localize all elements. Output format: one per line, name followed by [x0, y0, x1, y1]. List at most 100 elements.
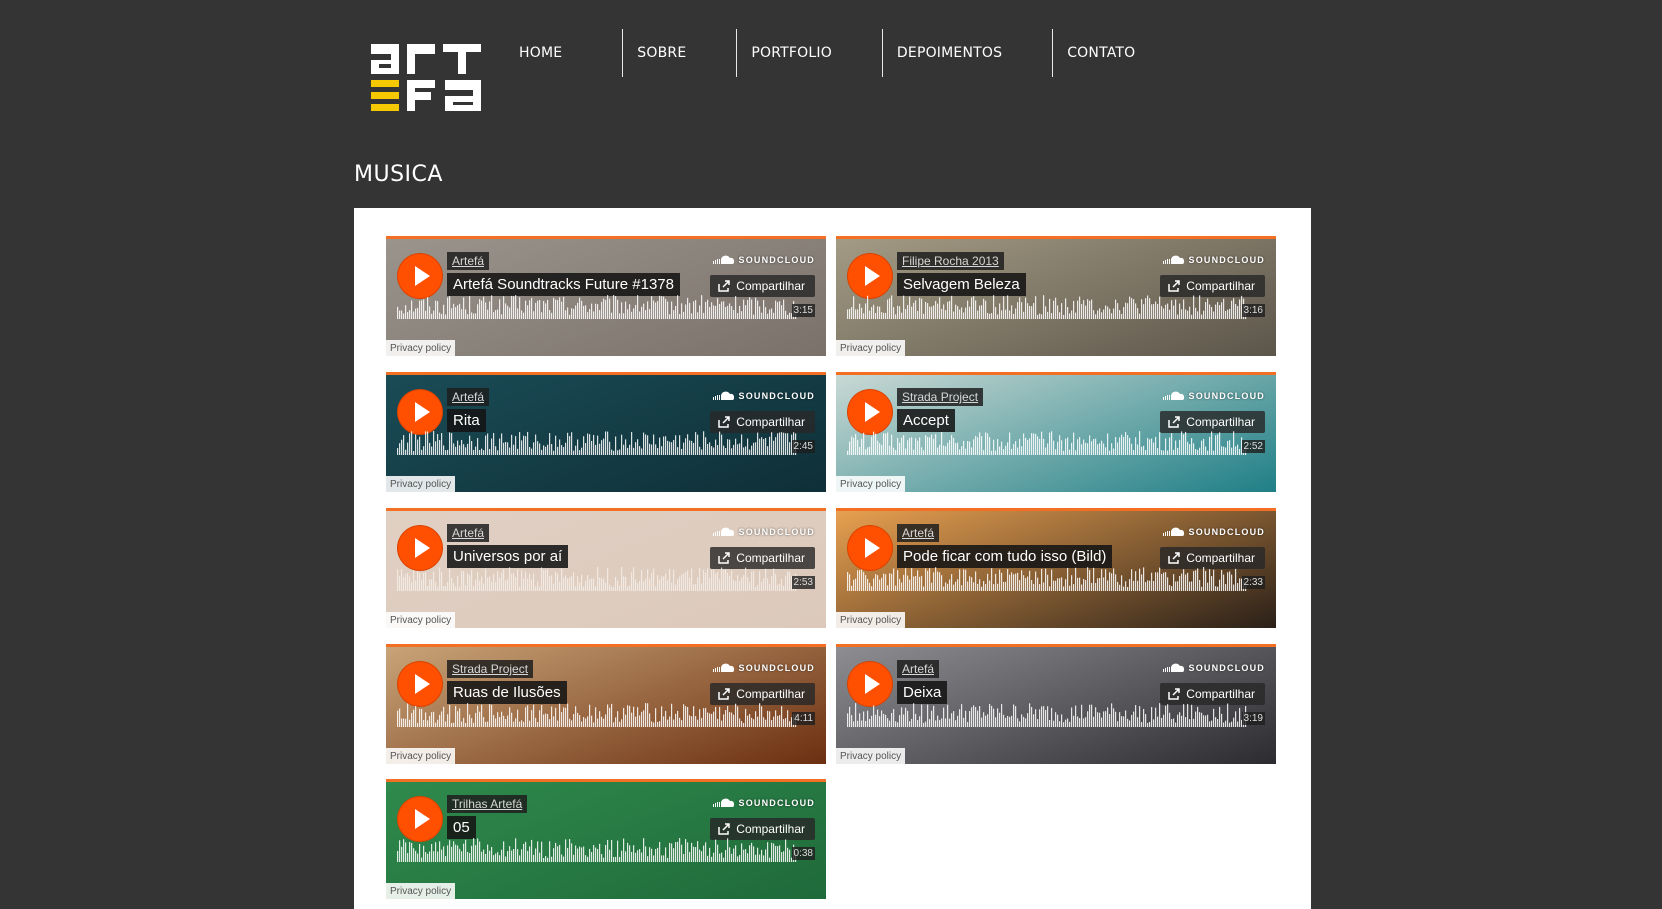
waveform[interactable] [397, 431, 797, 459]
artist-link[interactable]: Strada Project [897, 388, 984, 406]
share-icon [718, 416, 731, 428]
track-title[interactable]: 05 [447, 816, 476, 839]
privacy-policy-link[interactable]: Privacy policy [386, 612, 456, 628]
soundcloud-player[interactable]: Artefá Pode ficar com tudo isso (Bild) SOU… [836, 508, 1276, 628]
nav-sobre[interactable]: SOBRE [623, 29, 700, 77]
soundcloud-logo[interactable]: SOUNDCLOUD [1162, 663, 1266, 673]
share-button[interactable]: Compartilhar [710, 683, 815, 705]
share-button[interactable]: Compartilhar [710, 411, 815, 433]
nav-portfolio[interactable]: PORTFOLIO [737, 29, 846, 77]
share-button[interactable]: Compartilhar [1160, 275, 1265, 297]
nav-home[interactable]: HOME [505, 29, 576, 77]
waveform[interactable] [847, 295, 1247, 323]
track-title[interactable]: Selvagem Beleza [897, 273, 1026, 296]
soundcloud-player[interactable]: Strada Project Accept SOUNDCLOUD Compartilh… [836, 372, 1276, 492]
soundcloud-logo[interactable]: SOUNDCLOUD [712, 391, 816, 401]
play-button[interactable] [397, 796, 443, 842]
soundcloud-icon [712, 798, 734, 807]
track-title[interactable]: Rita [447, 409, 486, 432]
play-icon [865, 674, 880, 694]
privacy-policy-link[interactable]: Privacy policy [386, 340, 456, 356]
play-button[interactable] [847, 253, 893, 299]
play-button[interactable] [397, 389, 443, 435]
waveform[interactable] [847, 431, 1247, 459]
soundcloud-icon [1162, 527, 1184, 536]
waveform[interactable] [397, 567, 797, 595]
share-button[interactable]: Compartilhar [710, 547, 815, 569]
privacy-policy-link[interactable]: Privacy policy [386, 883, 456, 899]
nav-depoimentos[interactable]: DEPOIMENTOS [883, 29, 1016, 77]
play-button[interactable] [847, 525, 893, 571]
share-label: Compartilhar [736, 415, 805, 429]
track-title[interactable]: Deixa [897, 681, 948, 704]
soundcloud-player[interactable]: Filipe Rocha 2013 Selvagem Beleza SOUNDCLO… [836, 236, 1276, 356]
soundcloud-logo[interactable]: SOUNDCLOUD [712, 798, 816, 808]
waveform[interactable] [397, 295, 797, 323]
artist-link[interactable]: Artefá [447, 252, 490, 270]
soundcloud-label: SOUNDCLOUD [738, 391, 815, 401]
play-button[interactable] [397, 253, 443, 299]
soundcloud-logo[interactable]: SOUNDCLOUD [1162, 527, 1266, 537]
privacy-policy-link[interactable]: Privacy policy [386, 748, 456, 764]
privacy-policy-link[interactable]: Privacy policy [836, 748, 906, 764]
share-icon [1168, 552, 1181, 564]
play-button[interactable] [397, 661, 443, 707]
track-title[interactable]: Artefá Soundtracks Future #1378 [447, 273, 680, 296]
share-button[interactable]: Compartilhar [710, 818, 815, 840]
waveform[interactable] [847, 567, 1247, 595]
artist-link[interactable]: Strada Project [447, 660, 534, 678]
play-button[interactable] [397, 525, 443, 571]
share-button[interactable]: Compartilhar [1160, 411, 1265, 433]
privacy-policy-link[interactable]: Privacy policy [386, 476, 456, 492]
artist-link[interactable]: Filipe Rocha 2013 [897, 252, 1004, 270]
soundcloud-player[interactable]: Strada Project Ruas de Ilusões SOUNDCLOUD C… [386, 644, 826, 764]
track-duration: 2:52 [1241, 440, 1265, 453]
soundcloud-player[interactable]: Artefá Deixa SOUNDCLOUD Compartilhar 3:19 Pri… [836, 644, 1276, 764]
privacy-policy-link[interactable]: Privacy policy [836, 340, 906, 356]
soundcloud-player[interactable]: Artefá Artefá Soundtracks Future #1378 SOU… [386, 236, 826, 356]
soundcloud-icon [1162, 663, 1184, 672]
play-icon [865, 266, 880, 286]
share-button[interactable]: Compartilhar [1160, 683, 1265, 705]
share-label: Compartilhar [736, 551, 805, 565]
share-button[interactable]: Compartilhar [1160, 547, 1265, 569]
main-nav: HOME SOBRE PORTFOLIO DEPOIMENTOS CONTATO [505, 29, 1149, 77]
artist-link[interactable]: Trilhas Artefá [447, 795, 528, 813]
privacy-policy-link[interactable]: Privacy policy [836, 476, 906, 492]
track-title[interactable]: Ruas de Ilusões [447, 681, 567, 704]
share-label: Compartilhar [1186, 551, 1255, 565]
track-title[interactable]: Accept [897, 409, 955, 432]
soundcloud-icon [712, 255, 734, 264]
soundcloud-player[interactable]: Artefá Universos por aí SOUNDCLOUD Comparti… [386, 508, 826, 628]
soundcloud-logo[interactable]: SOUNDCLOUD [712, 527, 816, 537]
track-duration: 3:15 [791, 304, 815, 317]
artist-link[interactable]: Artefá [897, 524, 940, 542]
soundcloud-player[interactable]: Artefá Rita SOUNDCLOUD Compartilhar 2:45 Priv… [386, 372, 826, 492]
soundcloud-logo[interactable]: SOUNDCLOUD [1162, 391, 1266, 401]
share-icon [718, 823, 731, 835]
track-title[interactable]: Pode ficar com tudo isso (Bild) [897, 545, 1113, 568]
share-button[interactable]: Compartilhar [710, 275, 815, 297]
waveform[interactable] [397, 838, 797, 866]
nav-contato[interactable]: CONTATO [1053, 29, 1149, 77]
artist-link[interactable]: Artefá [447, 524, 490, 542]
play-button[interactable] [847, 661, 893, 707]
soundcloud-label: SOUNDCLOUD [1188, 527, 1265, 537]
play-button[interactable] [847, 389, 893, 435]
track-title[interactable]: Universos por aí [447, 545, 569, 568]
soundcloud-logo[interactable]: SOUNDCLOUD [712, 663, 816, 673]
track-duration: 2:45 [791, 440, 815, 453]
play-icon [865, 402, 880, 422]
artist-link[interactable]: Artefá [897, 660, 940, 678]
waveform[interactable] [847, 703, 1247, 731]
soundcloud-icon [1162, 255, 1184, 264]
soundcloud-logo[interactable]: SOUNDCLOUD [712, 255, 816, 265]
track-duration: 2:33 [1241, 576, 1265, 589]
soundcloud-logo[interactable]: SOUNDCLOUD [1162, 255, 1266, 265]
artefa-logo[interactable] [367, 40, 485, 114]
privacy-policy-link[interactable]: Privacy policy [836, 612, 906, 628]
soundcloud-player[interactable]: Trilhas Artefá 05 SOUNDCLOUD Compartilhar 0:… [386, 779, 826, 899]
waveform[interactable] [397, 703, 797, 731]
soundcloud-icon [712, 527, 734, 536]
artist-link[interactable]: Artefá [447, 388, 490, 406]
